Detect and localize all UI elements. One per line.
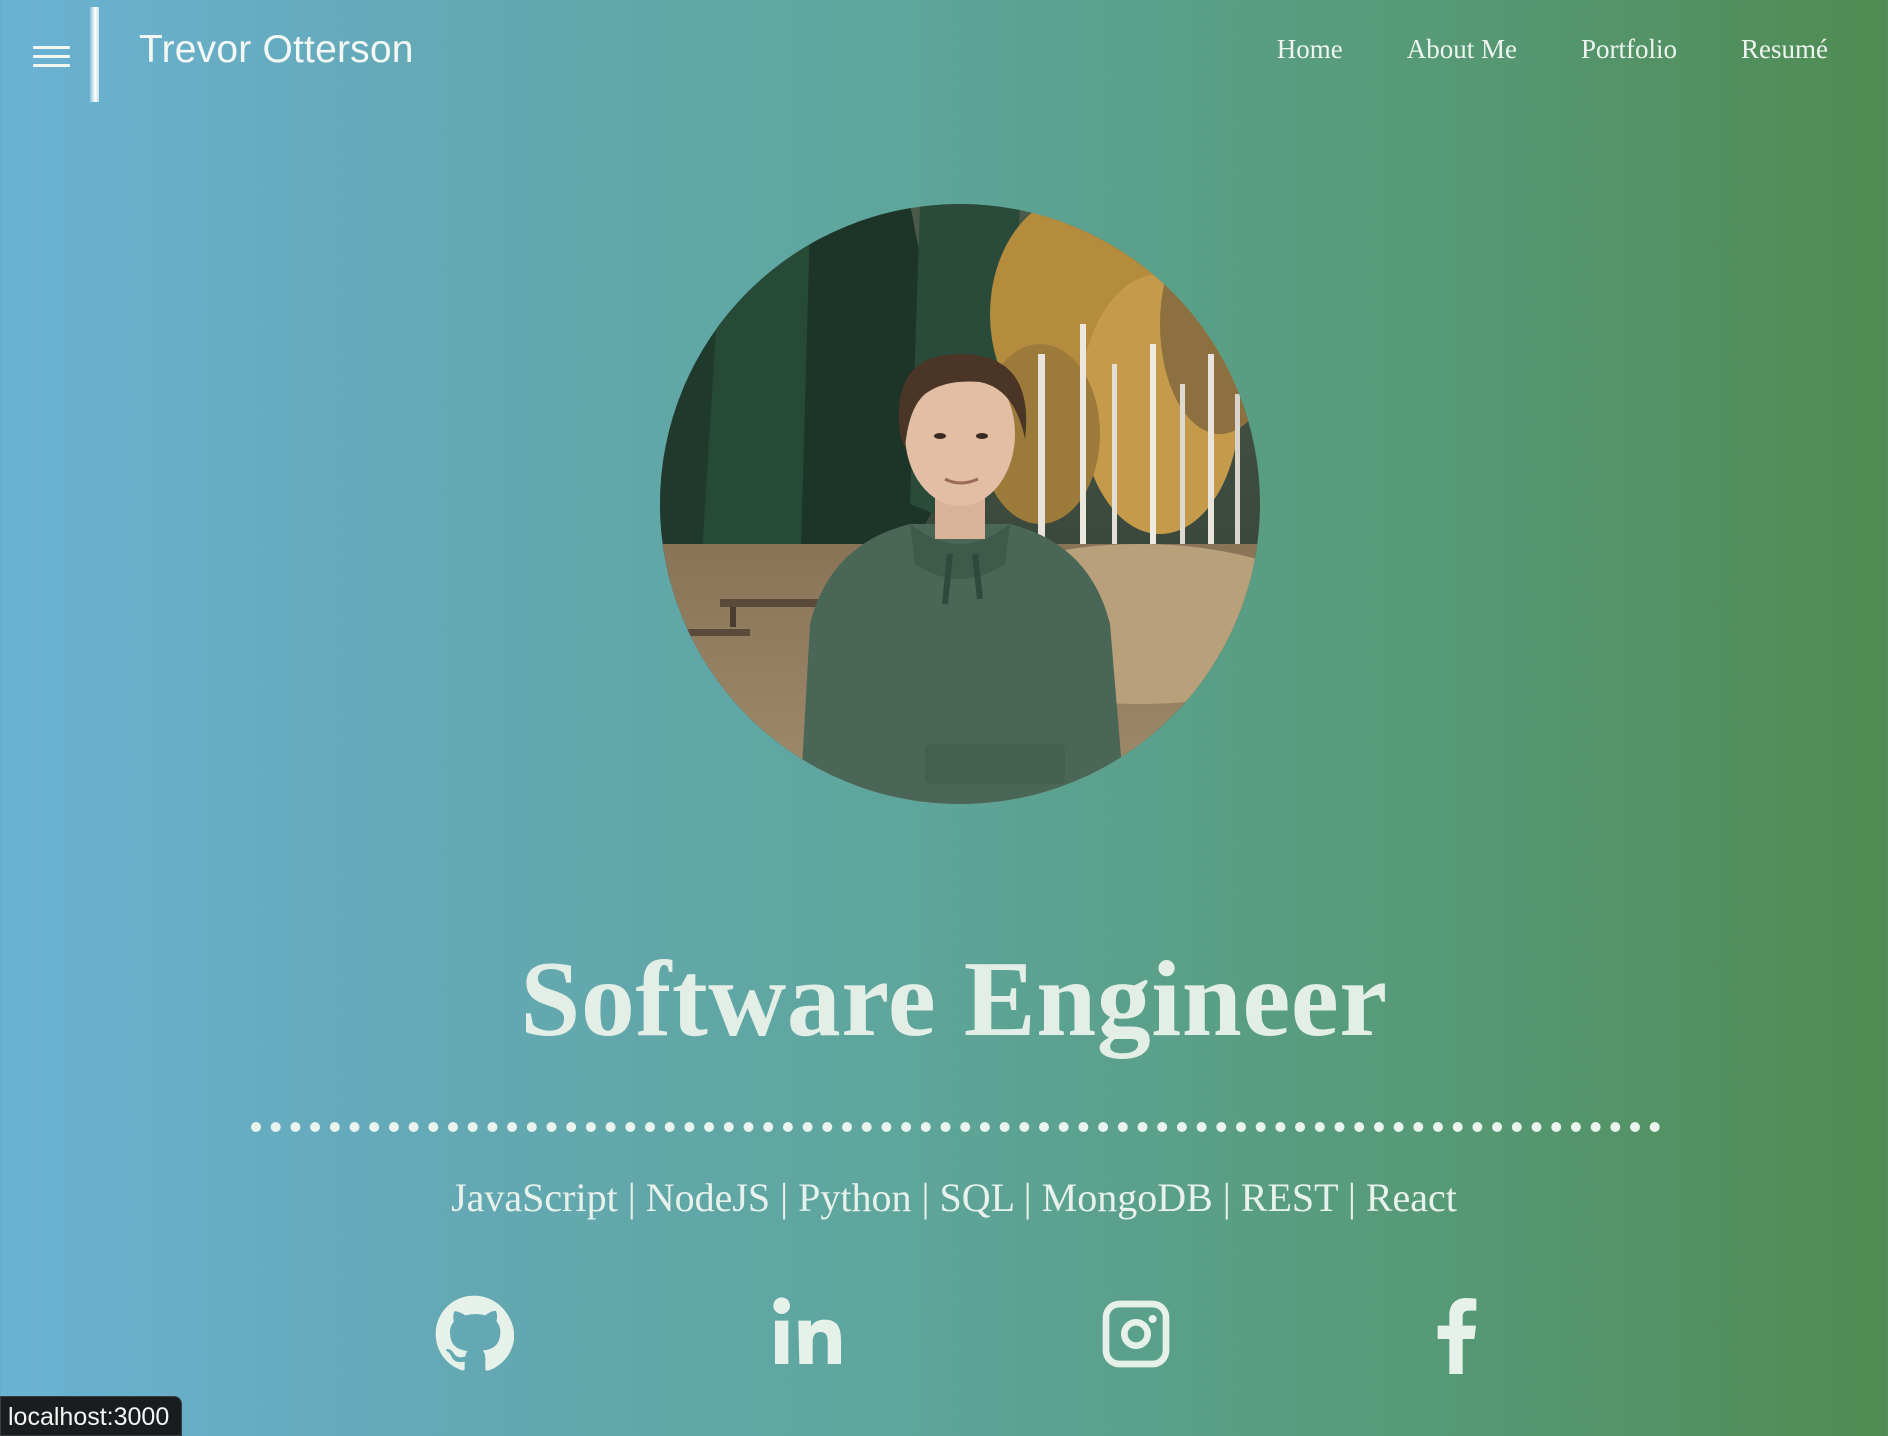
nav-home-link[interactable]: Home (1277, 34, 1343, 65)
hero-title: Software Engineer (520, 940, 1388, 1059)
dotted-divider (251, 1122, 1660, 1132)
nav-about-link[interactable]: About Me (1407, 34, 1517, 65)
github-icon[interactable] (434, 1292, 514, 1376)
nav-portfolio-link[interactable]: Portfolio (1581, 34, 1677, 65)
linkedin-icon[interactable] (765, 1292, 845, 1376)
navbar: Trevor Otterson Home About Me Portfolio … (0, 0, 1888, 106)
nav-links: Home About Me Portfolio Resumé (1277, 34, 1828, 65)
skills-list: JavaScript | NodeJS | Python | SQL | Mon… (451, 1175, 1457, 1220)
nav-divider (90, 7, 99, 102)
hamburger-menu-icon[interactable] (30, 40, 74, 74)
facebook-icon[interactable] (1416, 1292, 1496, 1376)
site-brand[interactable]: Trevor Otterson (139, 28, 414, 72)
instagram-icon[interactable] (1096, 1292, 1176, 1376)
nav-resume-link[interactable]: Resumé (1741, 34, 1828, 65)
status-bar-url: localhost:3000 (0, 1396, 183, 1436)
profile-photo (660, 204, 1260, 804)
